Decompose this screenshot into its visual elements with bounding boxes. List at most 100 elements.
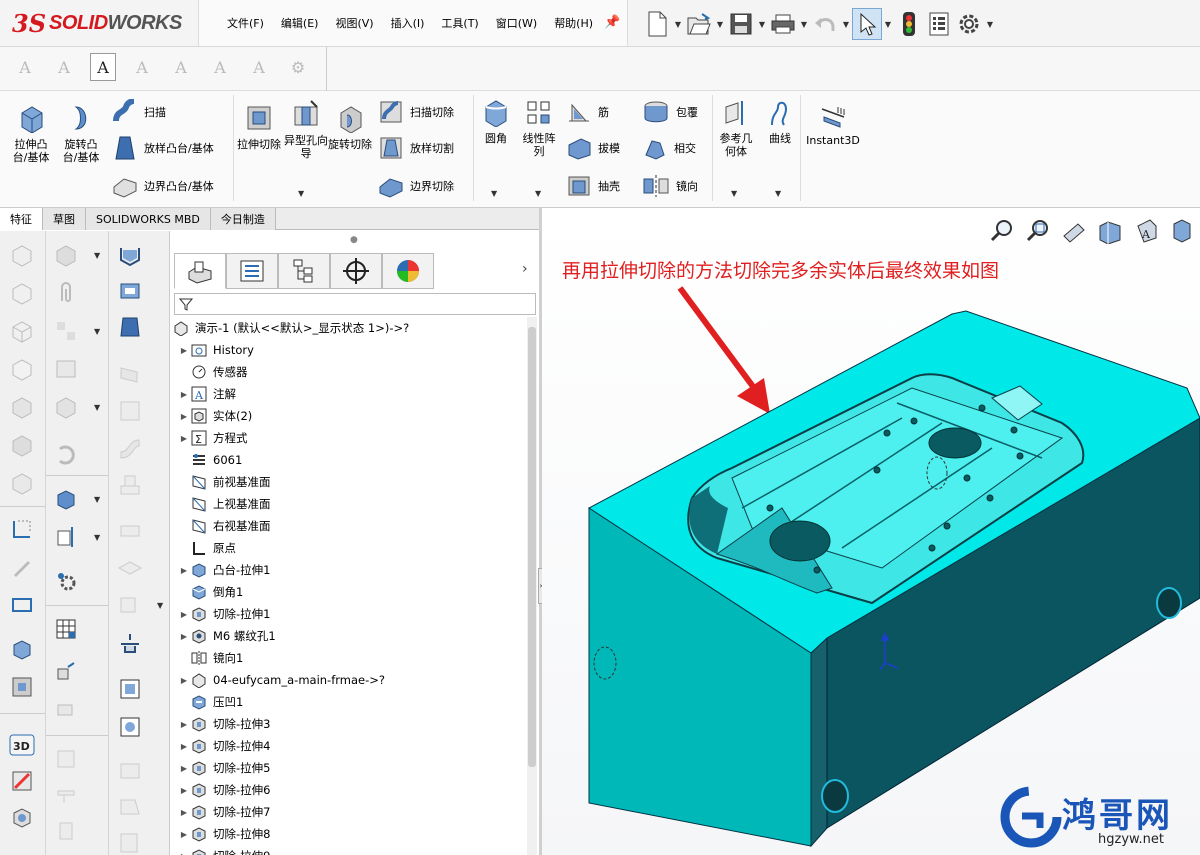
sheet-gusset-icon[interactable] xyxy=(116,793,144,821)
sheet-base-flange-icon[interactable] xyxy=(116,241,144,269)
curves-button[interactable]: 曲线 xyxy=(762,99,798,145)
sketch-grid-icon[interactable] xyxy=(8,515,36,543)
annotation-copy-icon[interactable]: A xyxy=(168,53,194,81)
boundary-cut-button[interactable]: 边界切除 xyxy=(378,173,454,199)
sheet-form-tool-icon[interactable] xyxy=(116,757,144,785)
paperclip-icon[interactable] xyxy=(52,279,80,307)
cube-perspective-icon[interactable] xyxy=(8,469,36,497)
gusset-icon[interactable] xyxy=(52,817,80,845)
file-properties-icon[interactable] xyxy=(924,8,954,40)
open-dropdown-icon[interactable]: ▼ xyxy=(714,20,726,29)
expand-arrow-icon[interactable]: ▶ xyxy=(178,632,190,641)
display-manager-tab-icon[interactable] xyxy=(382,253,434,289)
sheet-tab-slot-icon[interactable] xyxy=(116,829,144,855)
extrude-side-icon[interactable] xyxy=(8,635,36,663)
sheet-fold-icon[interactable] xyxy=(116,515,144,543)
cube-hidden-icon[interactable] xyxy=(8,355,36,383)
sweep-cut-button[interactable]: 扫描切除 xyxy=(378,99,454,125)
cube-wire-icon[interactable] xyxy=(8,279,36,307)
sheet-bend-icon[interactable] xyxy=(116,433,144,461)
hole-dropdown-icon[interactable]: ▼ xyxy=(298,189,304,198)
tree-item[interactable]: ▶ A 注解 xyxy=(170,383,530,405)
assembly-grid-icon[interactable] xyxy=(52,317,80,345)
tree-item[interactable]: ▶ 切除-拉伸1 xyxy=(170,603,530,625)
tree-item[interactable]: 6061 xyxy=(170,449,530,471)
fillet-dropdown-icon[interactable]: ▼ xyxy=(491,189,497,198)
tree-item[interactable]: ▶ Σ 方程式 xyxy=(170,427,530,449)
pattern-dropdown-icon[interactable]: ▼ xyxy=(535,189,541,198)
annotation-plus-icon[interactable]: A xyxy=(129,53,155,81)
loft-boss-button[interactable]: 放样凸台/基体 xyxy=(112,135,214,161)
menu-file[interactable]: 文件(F) xyxy=(227,15,264,31)
menu-insert[interactable]: 插入(I) xyxy=(391,15,425,31)
fillet-button[interactable]: 圆角 xyxy=(478,99,514,145)
tree-item[interactable]: 镜向1 xyxy=(170,647,530,669)
face-cut-icon[interactable] xyxy=(8,803,36,831)
annotation-burst-icon[interactable]: A xyxy=(246,53,272,81)
annotation-edit-icon[interactable]: A xyxy=(51,53,77,81)
save-dropdown-icon[interactable]: ▼ xyxy=(756,20,768,29)
mass-dropdown-icon[interactable]: ▼ xyxy=(94,403,100,412)
measure-icon[interactable] xyxy=(52,355,80,383)
split-icon[interactable] xyxy=(52,695,80,723)
pin-menu-icon[interactable]: 📌 xyxy=(604,15,620,30)
instant-sketch-icon[interactable] xyxy=(8,767,36,795)
tree-scrollbar[interactable] xyxy=(527,317,537,855)
mirror-button[interactable]: 镜向 xyxy=(642,173,698,199)
revolve-boss-button[interactable]: 旋转凸台/基体 xyxy=(58,103,104,164)
rebuild-icon[interactable] xyxy=(52,441,80,469)
intersect-button[interactable]: 相交 xyxy=(642,135,696,161)
sweep-button[interactable]: 扫描 xyxy=(112,99,166,125)
move-copy-icon[interactable] xyxy=(52,659,80,687)
cube-section-icon[interactable] xyxy=(8,431,36,459)
cube-edge-icon[interactable] xyxy=(8,317,36,345)
tree-item[interactable]: 倒角1 xyxy=(170,581,530,603)
extrude-boss-button[interactable]: 拉伸凸台/基体 xyxy=(8,103,54,164)
print-icon[interactable] xyxy=(768,8,798,40)
tab-sketch[interactable]: 草图 xyxy=(43,208,86,230)
new-dropdown-icon[interactable]: ▼ xyxy=(672,20,684,29)
sheet-corner-relief-icon[interactable] xyxy=(116,713,144,741)
reference-geometry-button[interactable]: 参考几何体 xyxy=(716,99,756,158)
tree-item[interactable]: ▶ History xyxy=(170,339,530,361)
sketch-tools-icon[interactable] xyxy=(8,553,36,581)
tree-item[interactable]: ▶ 切除-拉伸9 xyxy=(170,845,530,855)
tree-item[interactable]: ▶ M6 螺纹孔1 xyxy=(170,625,530,647)
tab-mbd[interactable]: SOLIDWORKS MBD xyxy=(86,208,211,230)
expand-arrow-icon[interactable]: ▶ xyxy=(178,676,190,685)
wrap-button[interactable]: 包覆 xyxy=(642,99,698,125)
tree-item[interactable]: ▶ 切除-拉伸5 xyxy=(170,757,530,779)
feature-tree-tab-icon[interactable] xyxy=(174,253,226,289)
solidworks-logo[interactable]: 3S SOLIDWORKS xyxy=(12,8,182,38)
sheet-tab-icon[interactable] xyxy=(116,313,144,341)
tree-item[interactable]: ▶ 实体(2) xyxy=(170,405,530,427)
tree-item[interactable]: 上视基准面 xyxy=(170,493,530,515)
sketch-rect-icon[interactable] xyxy=(8,591,36,619)
sheet-corner-icon[interactable] xyxy=(116,591,144,619)
revolve-cut-button[interactable]: 旋转切除 xyxy=(328,103,372,151)
rib-button[interactable]: 筋 xyxy=(566,99,609,125)
expand-arrow-icon[interactable]: ▶ xyxy=(178,786,190,795)
annotation-active-icon[interactable]: A xyxy=(90,53,116,81)
tree-item[interactable]: 右视基准面 xyxy=(170,515,530,537)
extrude-boss-side-icon[interactable] xyxy=(52,485,80,513)
menu-window[interactable]: 窗口(W) xyxy=(496,15,537,31)
open-icon[interactable] xyxy=(684,8,714,40)
expand-arrow-icon[interactable]: ▶ xyxy=(178,830,190,839)
expand-arrow-icon[interactable]: ▶ xyxy=(178,808,190,817)
tree-item[interactable]: ▶ 04-eufycam_a-main-frmae->? xyxy=(170,669,530,691)
cut-side-icon[interactable] xyxy=(8,673,36,701)
tree-item[interactable]: ▶ 切除-拉伸3 xyxy=(170,713,530,735)
linear-pattern-button[interactable]: 线性阵列 xyxy=(518,99,560,158)
extrude-cut-button[interactable]: 拉伸切除 xyxy=(236,103,282,151)
menu-help[interactable]: 帮助(H) xyxy=(554,15,593,31)
tree-item[interactable]: ▶ 切除-拉伸4 xyxy=(170,735,530,757)
save-icon[interactable] xyxy=(726,8,756,40)
mass-props-icon[interactable] xyxy=(52,393,80,421)
tab-make-today[interactable]: 今日制造 xyxy=(210,208,276,230)
view-orient-dropdown-icon[interactable]: ▼ xyxy=(94,251,100,260)
weldment-icon[interactable] xyxy=(52,745,80,773)
cube-shaded-icon[interactable] xyxy=(8,393,36,421)
tree-item[interactable]: ▶ 凸台-拉伸1 xyxy=(170,559,530,581)
refgeom-dropdown-icon[interactable]: ▼ xyxy=(731,189,737,198)
